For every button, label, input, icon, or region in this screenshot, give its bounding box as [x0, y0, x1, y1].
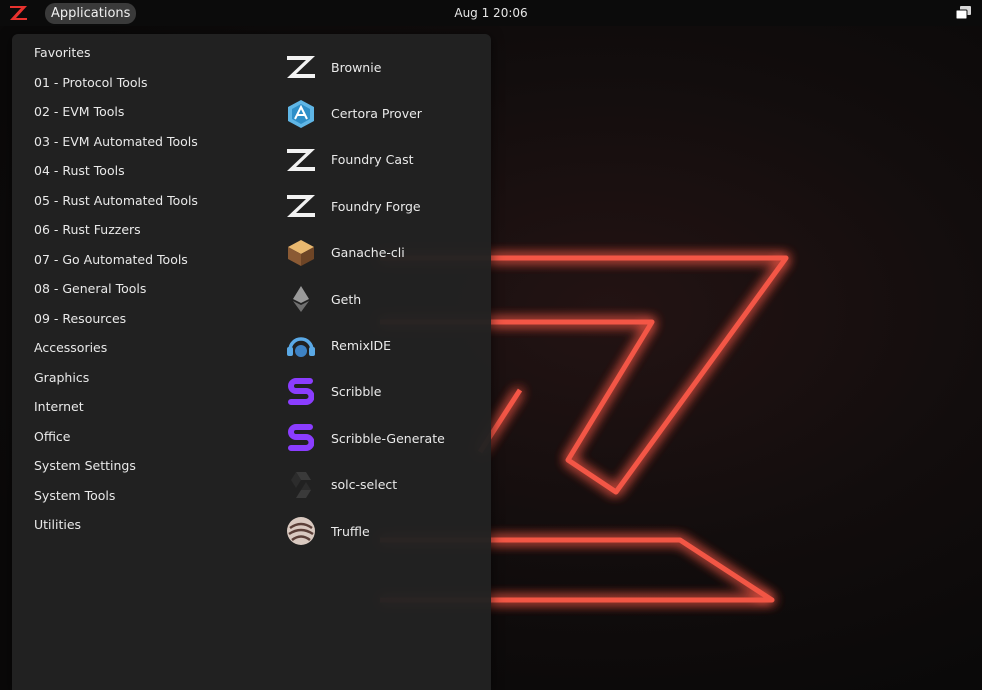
category-utilities[interactable]: Utilities: [34, 512, 254, 542]
certora-icon: [285, 98, 317, 130]
foundry-cast-icon: [285, 144, 317, 176]
app-label: Foundry Forge: [331, 198, 421, 214]
app-label: Foundry Cast: [331, 152, 414, 168]
brownie-icon: [285, 51, 317, 83]
app-scribble-generate[interactable]: Scribble-Generate: [285, 415, 485, 461]
category-evm-tools[interactable]: 02 - EVM Tools: [34, 99, 254, 129]
app-remixide[interactable]: RemixIDE: [285, 322, 485, 368]
app-label: Ganache-cli: [331, 245, 405, 261]
app-foundry-cast[interactable]: Foundry Cast: [285, 137, 485, 183]
solc-icon: [285, 469, 317, 501]
foundry-forge-icon: [285, 190, 317, 222]
category-rust-tools[interactable]: 04 - Rust Tools: [34, 158, 254, 188]
category-accessories[interactable]: Accessories: [34, 335, 254, 365]
app-ganache-cli[interactable]: Ganache-cli: [285, 230, 485, 276]
app-label: solc-select: [331, 477, 398, 493]
category-rust-fuzzers[interactable]: 06 - Rust Fuzzers: [34, 217, 254, 247]
clock-label[interactable]: Aug 1 20:06: [454, 6, 527, 20]
category-rust-automated-tools[interactable]: 05 - Rust Automated Tools: [34, 188, 254, 218]
app-foundry-forge[interactable]: Foundry Forge: [285, 183, 485, 229]
zeppelin-logo-icon[interactable]: [6, 3, 32, 23]
app-certora-prover[interactable]: Certora Prover: [285, 90, 485, 136]
app-label: Scribble: [331, 384, 382, 400]
category-graphics[interactable]: Graphics: [34, 365, 254, 395]
scribble-icon: [285, 376, 317, 408]
truffle-icon: [285, 515, 317, 547]
category-office[interactable]: Office: [34, 424, 254, 454]
app-label: Scribble-Generate: [331, 430, 445, 446]
category-system-settings[interactable]: System Settings: [34, 453, 254, 483]
applications-menu-button[interactable]: Applications: [45, 3, 137, 24]
category-evm-automated-tools[interactable]: 03 - EVM Automated Tools: [34, 129, 254, 159]
app-geth[interactable]: Geth: [285, 276, 485, 322]
app-label: Geth: [331, 291, 362, 307]
system-tray-icon[interactable]: [954, 4, 974, 22]
category-go-automated-tools[interactable]: 07 - Go Automated Tools: [34, 247, 254, 277]
ethereum-icon: [285, 283, 317, 315]
category-favorites[interactable]: Favorites: [34, 40, 254, 70]
category-system-tools[interactable]: System Tools: [34, 483, 254, 513]
category-resources[interactable]: 09 - Resources: [34, 306, 254, 336]
clock: Aug 1 20:06: [0, 0, 982, 26]
app-label: RemixIDE: [331, 338, 392, 354]
app-truffle[interactable]: Truffle: [285, 508, 485, 554]
category-general-tools[interactable]: 08 - General Tools: [34, 276, 254, 306]
remix-icon: [285, 330, 317, 362]
category-list: Favorites 01 - Protocol Tools 02 - EVM T…: [34, 40, 254, 542]
app-list: Brownie Certora Prover Foundry Cast Foun…: [285, 44, 485, 554]
category-internet[interactable]: Internet: [34, 394, 254, 424]
app-solc-select[interactable]: solc-select: [285, 462, 485, 508]
app-brownie[interactable]: Brownie: [285, 44, 485, 90]
scribble-generate-icon: [285, 422, 317, 454]
category-protocol-tools[interactable]: 01 - Protocol Tools: [34, 70, 254, 100]
app-scribble[interactable]: Scribble: [285, 369, 485, 415]
app-label: Truffle: [331, 523, 370, 539]
app-label: Brownie: [331, 59, 382, 75]
app-label: Certora Prover: [331, 106, 422, 122]
ganache-icon: [285, 237, 317, 269]
top-bar: Applications Aug 1 20:06: [0, 0, 982, 26]
applications-menu: Favorites 01 - Protocol Tools 02 - EVM T…: [12, 34, 491, 690]
